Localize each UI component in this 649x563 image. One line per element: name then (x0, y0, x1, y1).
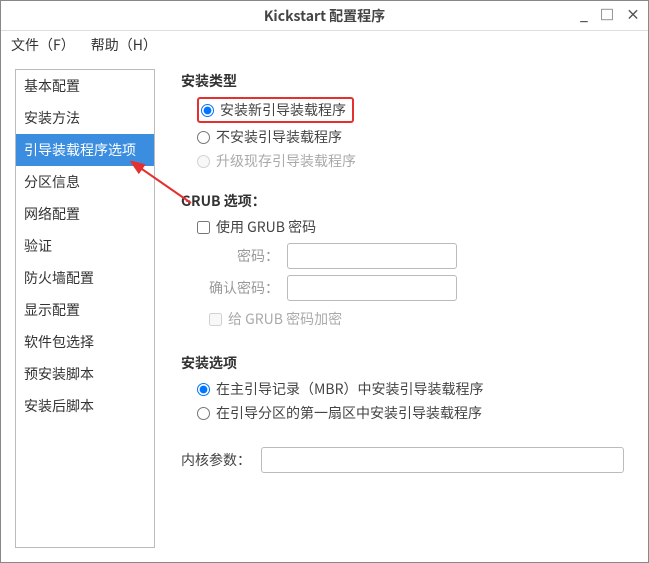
kernel-params-input[interactable] (261, 447, 624, 473)
confirm-password-label: 确认密码： (209, 278, 279, 298)
sidebar-item-packages[interactable]: 软件包选择 (16, 326, 154, 358)
maximize-button[interactable]: □ (600, 5, 614, 25)
menu-help[interactable]: 帮助（H） (91, 35, 157, 55)
checkbox-encrypt-grub (209, 313, 222, 326)
window-title: Kickstart 配置程序 (264, 6, 385, 26)
grub-title: GRUB 选项： (181, 191, 624, 211)
install-type-section: 安装类型 安装新引导装载程序 不安装引导装载程序 升级现存引导装载程序 (181, 71, 624, 171)
radio-mbr[interactable] (197, 383, 210, 396)
sidebar-item-partition[interactable]: 分区信息 (16, 166, 154, 198)
radio-install-none[interactable] (197, 131, 210, 144)
password-input (287, 243, 457, 269)
radio-first-sector[interactable] (197, 407, 210, 420)
main-window: Kickstart 配置程序 _ □ × 文件（F） 帮助（H） 基本配置 安装… (0, 0, 649, 563)
install-options-section: 安装选项 在主引导记录（MBR）中安装引导装载程序 在引导分区的第一扇区中安装引… (181, 353, 624, 423)
sidebar-item-basic[interactable]: 基本配置 (16, 70, 154, 102)
menubar: 文件（F） 帮助（H） (1, 31, 648, 59)
radio-install-new[interactable] (201, 104, 214, 117)
grub-section: GRUB 选项： 使用 GRUB 密码 密码： 确认密码： 给 GRUB 密码加… (181, 191, 624, 329)
password-label: 密码： (209, 246, 279, 266)
sidebar-item-postinstall[interactable]: 安装后脚本 (16, 390, 154, 422)
sidebar-item-install-method[interactable]: 安装方法 (16, 102, 154, 134)
menu-file[interactable]: 文件（F） (11, 35, 75, 55)
radio-first-sector-label: 在引导分区的第一扇区中安装引导装载程序 (216, 403, 482, 423)
checkbox-grub-password[interactable] (197, 221, 210, 234)
close-button[interactable]: × (626, 5, 640, 25)
radio-mbr-label: 在主引导记录（MBR）中安装引导装载程序 (216, 379, 483, 399)
radio-install-upgrade (197, 155, 210, 168)
kernel-params-label: 内核参数： (181, 450, 251, 470)
sidebar-item-network[interactable]: 网络配置 (16, 198, 154, 230)
titlebar: Kickstart 配置程序 _ □ × (1, 1, 648, 31)
install-type-title: 安装类型 (181, 71, 624, 91)
sidebar-item-auth[interactable]: 验证 (16, 230, 154, 262)
radio-install-new-label: 安装新引导装载程序 (220, 100, 346, 120)
sidebar: 基本配置 安装方法 引导装载程序选项 分区信息 网络配置 验证 防火墙配置 显示… (15, 69, 155, 548)
checkbox-encrypt-grub-label: 给 GRUB 密码加密 (228, 309, 342, 329)
highlight-annotation: 安装新引导装载程序 (197, 97, 354, 123)
minimize-button[interactable]: _ (580, 5, 588, 25)
checkbox-grub-password-label: 使用 GRUB 密码 (216, 217, 316, 237)
radio-install-upgrade-label: 升级现存引导装载程序 (216, 151, 356, 171)
confirm-password-input (287, 275, 457, 301)
install-options-title: 安装选项 (181, 353, 624, 373)
main-panel: 安装类型 安装新引导装载程序 不安装引导装载程序 升级现存引导装载程序 (171, 69, 634, 548)
sidebar-item-preinstall[interactable]: 预安装脚本 (16, 358, 154, 390)
kernel-params-row: 内核参数： (181, 447, 624, 473)
radio-install-none-label: 不安装引导装载程序 (216, 127, 342, 147)
sidebar-item-firewall[interactable]: 防火墙配置 (16, 262, 154, 294)
sidebar-item-display[interactable]: 显示配置 (16, 294, 154, 326)
sidebar-item-bootloader[interactable]: 引导装载程序选项 (16, 134, 154, 166)
